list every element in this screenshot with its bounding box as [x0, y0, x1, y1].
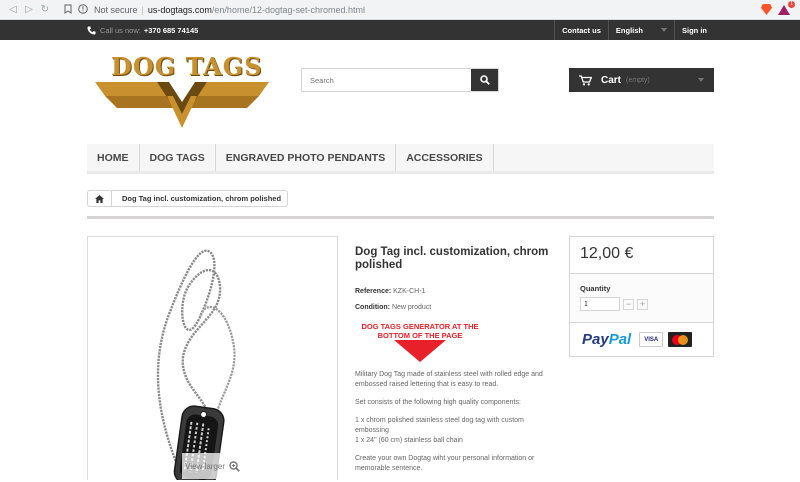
- quantity-stepper: 1 − +: [580, 297, 703, 311]
- menu-item-engraved-photo-pendants[interactable]: Engraved Photo Pendants: [216, 144, 397, 171]
- bookmark-icon[interactable]: [64, 4, 72, 16]
- reload-icon[interactable]: ↻: [38, 3, 52, 17]
- divider: [87, 216, 714, 219]
- chevron-down-icon: [661, 28, 667, 32]
- condition-value: New product: [391, 304, 432, 311]
- extensions: 1: [761, 0, 795, 15]
- logo-wings-icon: [95, 82, 269, 128]
- visa-label: VISA: [644, 336, 659, 343]
- description-paragraph: Military Dog Tag made of stainless steel…: [355, 371, 543, 388]
- product-image[interactable]: View larger: [87, 236, 338, 480]
- product-reference: Reference: KZK-CH-1: [355, 287, 550, 296]
- mastercard-logo: [668, 332, 693, 347]
- mastercard-icon: [672, 334, 689, 345]
- product-title: Dog Tag incl. customization, chrom polis…: [355, 246, 549, 271]
- home-icon: [95, 194, 104, 203]
- dog-tag-photo: [88, 237, 337, 480]
- menu-item-home[interactable]: Home: [87, 144, 140, 171]
- menu-item-dog-tags[interactable]: Dog Tags: [140, 144, 216, 171]
- brave-shield-icon[interactable]: [761, 4, 772, 15]
- paypal-pay: Pay: [582, 331, 609, 348]
- cart-status: (empty): [626, 76, 650, 84]
- phone-number: +370 685 74145: [143, 25, 199, 35]
- menu-item-accessories[interactable]: Accessories: [396, 144, 494, 171]
- cart-label: Cart: [601, 74, 622, 86]
- breadcrumb-home[interactable]: [88, 191, 112, 206]
- visa-logo: VISA: [639, 332, 664, 347]
- breadcrumb-current: Dog Tag incl. customization, chrom polis…: [122, 194, 282, 203]
- component-line: 1 x chrom polished stainless steel dog t…: [355, 417, 524, 434]
- url-path: /en/home/12-dogtag-set-chromed.html: [211, 4, 366, 15]
- zoom-icon: [229, 460, 240, 472]
- price-area: 12,00 €: [570, 237, 713, 274]
- breadcrumb: Dog Tag incl. customization, chrom polis…: [87, 190, 289, 207]
- language-selector[interactable]: English: [607, 20, 674, 40]
- address-bar[interactable]: Not secure | us-dogtags.com/en/home/12-d…: [64, 2, 761, 18]
- promo-text: DOG TAGS GENERATOR AT THE BOTTOM OF THE …: [361, 322, 479, 340]
- description-paragraph: 1 x chrom polished stainless steel dog t…: [355, 416, 550, 446]
- top-bar: Call us now: +370 685 74145 Contact us E…: [0, 20, 800, 40]
- contact-us-link[interactable]: Contact us: [554, 20, 608, 40]
- rewards-icon-wrap[interactable]: 1: [778, 0, 795, 15]
- logo[interactable]: DOG TAGS: [95, 52, 269, 130]
- quantity-increase-button[interactable]: +: [637, 298, 648, 310]
- search-icon: [479, 75, 490, 85]
- component-line: 1 x 24" (60 cm) stainless ball chain: [355, 437, 463, 444]
- generator-promo[interactable]: DOG TAGS GENERATOR AT THE BOTTOM OF THE …: [355, 322, 485, 362]
- price-box: 12,00 € Quantity 1 − + PayPal VISA: [569, 236, 714, 357]
- cart-icon: [579, 74, 592, 85]
- rewards-badge: 1: [788, 0, 795, 8]
- browser-toolbar: ◁ ▷ ↻ Not secure | us-dogtags.com/en/hom…: [0, 0, 800, 20]
- search-bar: [301, 68, 499, 92]
- back-icon[interactable]: ◁: [6, 3, 20, 17]
- product-condition: Condition: New product: [355, 303, 550, 312]
- paypal-pal: Pal: [608, 331, 632, 348]
- search-button[interactable]: [471, 69, 498, 91]
- description-paragraph: Create your own Dogtag wiht your persona…: [355, 455, 535, 472]
- sign-in-link[interactable]: Sign in: [674, 20, 714, 40]
- phone-info: Call us now: +370 685 74145: [87, 26, 554, 35]
- description-paragraph: Set consists of the following high quali…: [355, 399, 521, 406]
- language-label: English: [615, 25, 643, 35]
- payment-methods: PayPal VISA: [570, 323, 713, 356]
- paypal-logo: PayPal: [582, 331, 631, 348]
- reference-label: Reference:: [355, 288, 392, 295]
- quantity-input[interactable]: 1: [580, 297, 620, 311]
- quantity-area: Quantity 1 − +: [570, 274, 713, 323]
- warning-icon[interactable]: [78, 3, 88, 16]
- cart-button[interactable]: Cart (empty): [569, 68, 714, 92]
- phone-icon: [87, 25, 96, 35]
- url-host: us-dogtags.com: [147, 4, 212, 15]
- url-separator: |: [141, 4, 144, 15]
- product-info: Dog Tag incl. customization, chrom polis…: [355, 246, 550, 482]
- view-larger-button[interactable]: View larger: [182, 453, 248, 479]
- product-description: Military Dog Tag made of stainless steel…: [355, 370, 550, 474]
- phone-label: Call us now:: [100, 25, 141, 35]
- condition-label: Condition:: [355, 304, 390, 311]
- product-price: 12,00 €: [580, 245, 634, 262]
- security-status: Not secure: [94, 4, 138, 15]
- main-menu: Home Dog Tags Engraved Photo Pendants Ac…: [87, 144, 714, 174]
- chevron-down-icon: [698, 78, 704, 82]
- search-input[interactable]: [302, 69, 471, 91]
- quantity-label: Quantity: [580, 284, 611, 293]
- quantity-decrease-button[interactable]: −: [623, 298, 634, 310]
- arrow-down-icon: [394, 340, 446, 362]
- reference-value: KZK-CH-1: [393, 288, 426, 295]
- view-larger-label: View larger: [185, 461, 225, 471]
- forward-icon[interactable]: ▷: [22, 3, 36, 17]
